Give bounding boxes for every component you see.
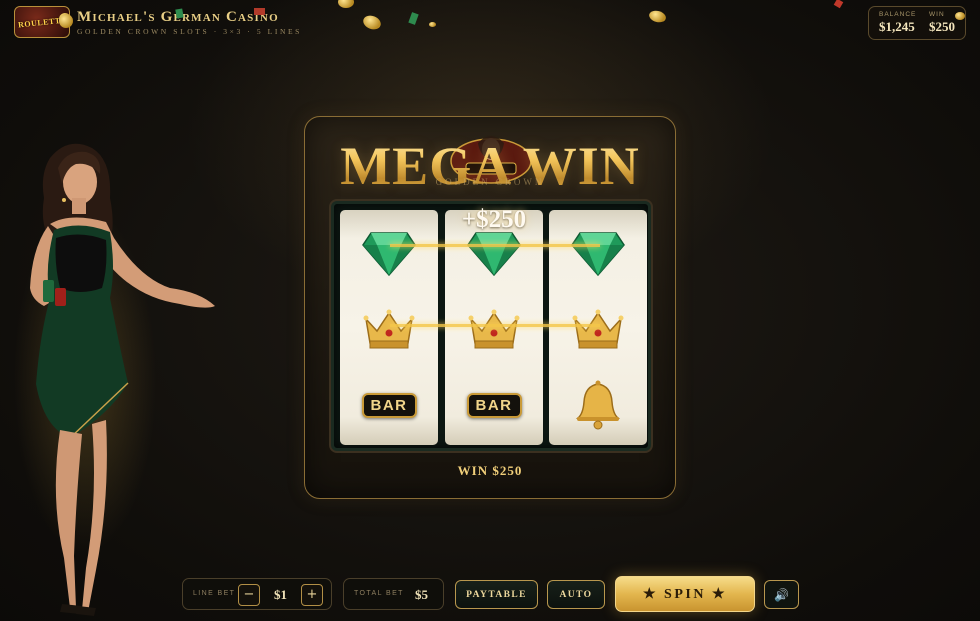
crown-icon — [549, 294, 647, 364]
line-bet-control: LINE BET − $1 + — [182, 578, 332, 610]
confetti-icon — [833, 0, 844, 9]
slot-machine: MEGA WIN GOLDEN CROWN BAR BAR +$250 WIN … — [304, 116, 676, 499]
payline-top — [390, 244, 600, 247]
speaker-icon: 🔊 — [774, 587, 789, 602]
falling-coin-icon — [59, 14, 73, 28]
confetti-icon — [254, 8, 265, 15]
balance-stat: BALANCE $1,245 — [879, 11, 916, 35]
mega-win-banner: MEGA WIN — [305, 135, 675, 197]
line-bet-decrease-button[interactable]: − — [238, 584, 260, 606]
win-stat: WIN $250 — [929, 11, 955, 35]
falling-coin-icon — [361, 13, 383, 32]
spin-button[interactable]: ★ SPIN ★ — [615, 576, 755, 612]
mega-win-subtitle: GOLDEN CROWN — [435, 177, 545, 187]
win-readout: WIN $250 — [457, 463, 523, 478]
line-bet-label: LINE BET — [193, 590, 236, 597]
auto-spin-button[interactable]: AUTO — [547, 580, 605, 609]
falling-coin-icon — [338, 0, 354, 8]
bar-symbol: BAR — [445, 370, 543, 440]
win-value: $250 — [929, 19, 955, 34]
confetti-icon — [175, 8, 184, 19]
total-bet-label: TOTAL BET — [354, 590, 404, 597]
stats-panel: BALANCE $1,245 WIN $250 — [868, 6, 966, 40]
emerald-icon — [549, 218, 647, 288]
payline-middle — [390, 324, 600, 327]
sound-toggle-button[interactable]: 🔊 — [764, 580, 799, 609]
win-popup: +$250 — [461, 206, 527, 233]
bell-icon — [549, 370, 647, 440]
bar-symbol: BAR — [340, 370, 438, 440]
total-bet-display: TOTAL BET $5 — [343, 578, 444, 610]
win-label: WIN — [929, 11, 945, 18]
emerald-icon — [340, 218, 438, 288]
crown-icon — [340, 294, 438, 364]
falling-coin-icon — [955, 12, 965, 20]
balance-value: $1,245 — [879, 19, 915, 34]
balance-label: BALANCE — [879, 11, 917, 18]
bar-symbol-text: BAR — [466, 392, 522, 418]
casino-subtitle: GOLDEN CROWN SLOTS · 3×3 · 5 LINES — [77, 27, 302, 36]
falling-coin-icon — [647, 8, 668, 25]
crown-icon — [445, 294, 543, 364]
reel-window: BAR BAR +$250 — [331, 201, 651, 451]
hostess-illustration — [30, 143, 215, 616]
total-bet-value: $5 — [415, 587, 428, 602]
line-bet-value: $1 — [274, 587, 287, 602]
paytable-button[interactable]: PAYTABLE — [455, 580, 538, 609]
confetti-icon — [408, 12, 419, 25]
bar-symbol-text: BAR — [361, 392, 417, 418]
falling-coin-icon — [429, 22, 436, 27]
line-bet-increase-button[interactable]: + — [301, 584, 323, 606]
